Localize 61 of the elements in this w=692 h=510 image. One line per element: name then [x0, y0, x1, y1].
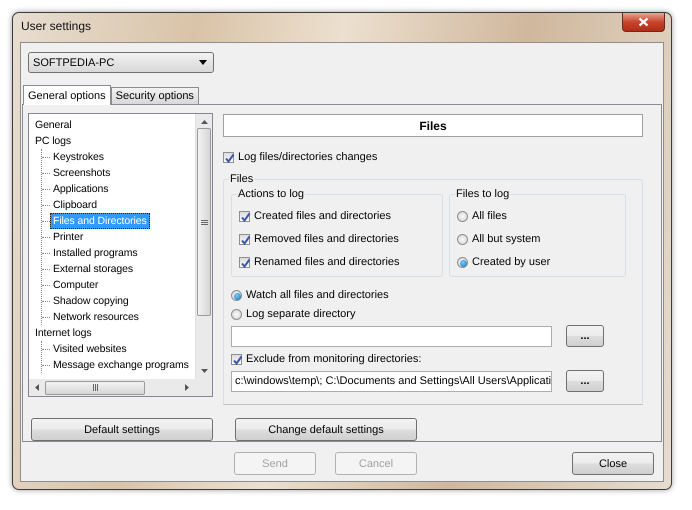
- scroll-down-icon: [200, 369, 208, 373]
- tab[interactable]: Security options: [110, 87, 199, 104]
- radio-label: All files: [472, 210, 507, 222]
- tree-item[interactable]: Network resources: [50, 309, 142, 325]
- checkbox[interactable]: [231, 354, 242, 364]
- tree-item[interactable]: Keystrokes: [50, 149, 107, 165]
- checkbox-label: Renamed files and directories: [254, 256, 400, 268]
- tree-view[interactable]: [28, 113, 213, 397]
- tab[interactable]: General options: [23, 85, 111, 105]
- tree-item[interactable]: Visited websites: [50, 341, 130, 357]
- scroll-left-icon: [35, 384, 39, 391]
- radio-button[interactable]: [457, 210, 468, 222]
- browse-button[interactable]: ...: [566, 370, 604, 392]
- checkbox[interactable]: [239, 210, 250, 222]
- checkbox[interactable]: [223, 152, 234, 162]
- radio-button[interactable]: [231, 308, 242, 320]
- browse-button[interactable]: ...: [566, 325, 604, 347]
- radio-label: Watch all files and directories: [246, 289, 389, 301]
- change-default-settings-button[interactable]: Change default settings: [235, 418, 417, 441]
- tree-item[interactable]: PC logs: [32, 133, 74, 149]
- checkbox-label: Log files/directories changes: [238, 151, 378, 163]
- close-button[interactable]: [622, 13, 665, 32]
- radio-button[interactable]: [457, 234, 468, 244]
- tree-item[interactable]: General: [32, 117, 75, 133]
- directory-field[interactable]: [231, 326, 552, 346]
- tree-item[interactable]: Applications: [50, 181, 112, 197]
- tree-item[interactable]: Screenshots: [50, 165, 114, 181]
- horizontal-scrollbar[interactable]: [29, 379, 195, 396]
- checkbox-label: Created files and directories: [254, 210, 391, 222]
- checkbox[interactable]: [239, 256, 250, 268]
- radio-label: Log separate directory: [246, 308, 356, 320]
- tree-item[interactable]: Clipboard: [50, 197, 100, 213]
- scroll-up-icon: [200, 120, 208, 124]
- dialog-button[interactable]: Close: [572, 452, 654, 475]
- dropdown-arrow-icon: [199, 60, 207, 65]
- radio-button[interactable]: [457, 256, 468, 268]
- computer-dropdown[interactable]: SOFTPEDIA-PC: [28, 52, 214, 73]
- tree-item[interactable]: Computer: [50, 277, 102, 293]
- tree-item[interactable]: External storages: [50, 261, 136, 277]
- tree-item[interactable]: Printer: [50, 229, 86, 245]
- radio-label: All but system: [472, 233, 540, 245]
- window-title: User settings: [21, 19, 92, 33]
- tree-item[interactable]: Shadow copying: [50, 293, 132, 309]
- radio-button[interactable]: [231, 290, 242, 300]
- scroll-right-icon: [185, 384, 189, 391]
- checkbox[interactable]: [239, 234, 250, 244]
- grip-icon: [200, 220, 208, 224]
- grip-icon: [92, 384, 98, 391]
- group-title: Files to log: [455, 188, 510, 201]
- tree-item[interactable]: Internet logs: [32, 325, 94, 341]
- checkbox-label: Exclude from monitoring directories:: [246, 353, 422, 365]
- radio-label: Created by user: [472, 256, 550, 268]
- excluded-directories-field[interactable]: c:\windows\temp\; C:\Documents and Settings\All Users\Applicati: [231, 370, 552, 392]
- tree-item[interactable]: Message exchange programs: [50, 357, 192, 373]
- checkbox-label: Removed files and directories: [254, 233, 399, 245]
- group-title: Actions to log: [237, 188, 306, 201]
- close-icon: [638, 17, 649, 27]
- section-header: Files: [223, 114, 643, 137]
- tree-item[interactable]: Installed programs: [50, 245, 141, 261]
- vertical-scrollbar[interactable]: [195, 114, 212, 379]
- default-settings-button[interactable]: Default settings: [31, 418, 213, 441]
